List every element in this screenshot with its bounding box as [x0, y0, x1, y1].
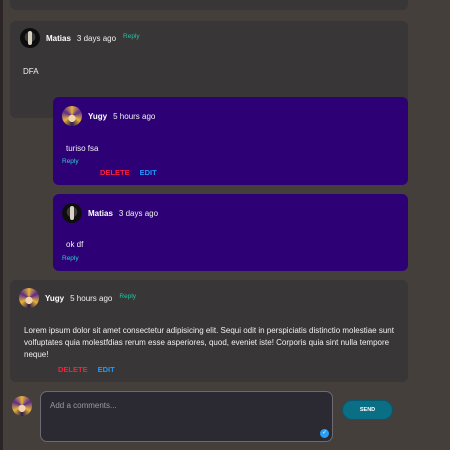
comment-composer: ✓	[40, 391, 333, 442]
comment-author: Yugy	[45, 293, 65, 303]
comment-input[interactable]	[50, 401, 310, 410]
left-edge-strip	[0, 0, 3, 450]
edit-button[interactable]: EDIT	[140, 168, 157, 177]
reply-button[interactable]: Reply	[119, 293, 136, 300]
comment-author: Matias	[46, 33, 71, 43]
reply-time: 3 days ago	[118, 208, 159, 218]
matias-avatar	[20, 28, 40, 48]
previous-comment-card	[10, 0, 408, 10]
reply-text: ok df	[66, 240, 84, 249]
check-icon: ✓	[320, 429, 329, 438]
delete-button[interactable]: DELETE	[100, 168, 130, 177]
reply-text: turiso fsa	[66, 144, 99, 153]
delete-button[interactable]: DELETE	[58, 365, 88, 374]
reply-button[interactable]: Reply	[62, 158, 79, 165]
reply-author: Yugy	[88, 111, 108, 121]
reply-button[interactable]: Reply	[62, 255, 79, 262]
yugy-avatar	[19, 288, 39, 308]
send-button[interactable]: SEND	[342, 400, 393, 420]
reply-time: 5 hours ago	[113, 111, 156, 121]
comment-time: 5 hours ago	[70, 293, 113, 303]
comment-text: DFA	[23, 67, 39, 76]
reply-header: Matias 3 days ago	[62, 203, 158, 223]
matias-avatar	[62, 203, 82, 223]
reply-header: Yugy 5 hours ago	[62, 106, 155, 126]
reply-author: Matias	[88, 208, 113, 218]
edit-button[interactable]: EDIT	[98, 365, 115, 374]
comment-actions: DELETE EDIT	[58, 365, 115, 374]
comment-header: Yugy 5 hours ago Reply	[19, 288, 136, 308]
yugy-avatar	[62, 106, 82, 126]
reply-actions: DELETE EDIT	[100, 168, 157, 177]
comment-header: Matias 3 days ago Reply	[20, 28, 140, 48]
yugy-avatar	[12, 396, 32, 416]
comment-time: 3 days ago	[76, 33, 117, 43]
reply-button[interactable]: Reply	[123, 33, 140, 40]
comment-text: Lorem ipsum dolor sit amet consectetur a…	[24, 326, 394, 359]
